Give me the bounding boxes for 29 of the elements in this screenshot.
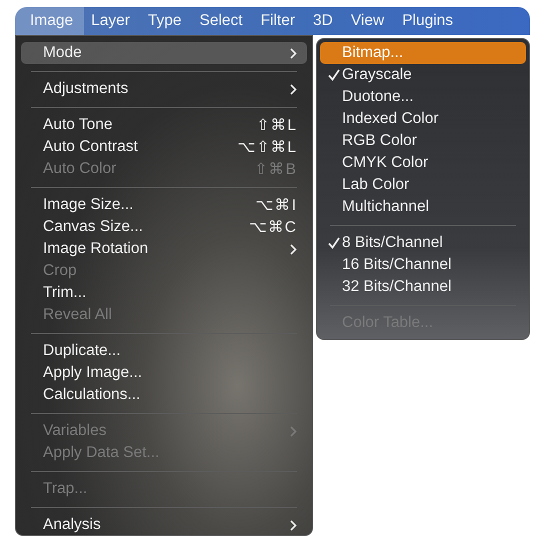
menu-item[interactable]: Image Rotation — [21, 238, 307, 260]
menu-bar-item[interactable]: Select — [192, 7, 254, 35]
menu-item[interactable]: Lab Color — [320, 174, 526, 196]
menu-bar-item[interactable]: Layer — [84, 7, 141, 35]
menu-bar-item[interactable]: View — [344, 7, 396, 35]
menu-item[interactable]: Auto Contrast ⌥⇧⌘L — [21, 136, 307, 158]
menu-item[interactable]: Trim... — [21, 282, 307, 304]
menu-item[interactable]: Indexed Color — [320, 108, 526, 130]
menu-item[interactable]: CMYK Color — [320, 152, 526, 174]
menu-item[interactable]: RGB Color — [320, 130, 526, 152]
menu-item[interactable]: Multichannel — [320, 196, 526, 218]
menu-bar-item[interactable]: 3D — [306, 7, 344, 35]
menu-item[interactable]: 8 Bits/Channel — [320, 232, 526, 254]
menu-item[interactable]: Duotone... — [320, 86, 526, 108]
menu-item[interactable]: Apply Image... — [21, 362, 307, 384]
menu-item[interactable]: Analysis — [21, 514, 307, 536]
menu-item[interactable]: Adjustments — [21, 78, 307, 100]
menu-item[interactable]: Canvas Size... ⌥⌘C — [21, 216, 307, 238]
menu-item[interactable]: Auto Tone ⇧⌘L — [21, 114, 307, 136]
menu-bar-item[interactable]: Filter — [254, 7, 306, 35]
menu-item[interactable]: Mode — [21, 42, 307, 64]
menu-item[interactable]: 16 Bits/Channel — [320, 254, 526, 276]
menu-bar-item[interactable]: Plugins — [395, 7, 464, 35]
menu-item[interactable]: Duplicate... — [21, 340, 307, 362]
menu-item[interactable]: 32 Bits/Channel — [320, 276, 526, 298]
menu-item[interactable]: Grayscale — [320, 64, 526, 86]
menu-bar-item[interactable]: Type — [140, 7, 192, 35]
menu-item[interactable]: Image Size... ⌥⌘I — [21, 194, 307, 216]
menu-item[interactable]: Calculations... — [21, 384, 307, 406]
